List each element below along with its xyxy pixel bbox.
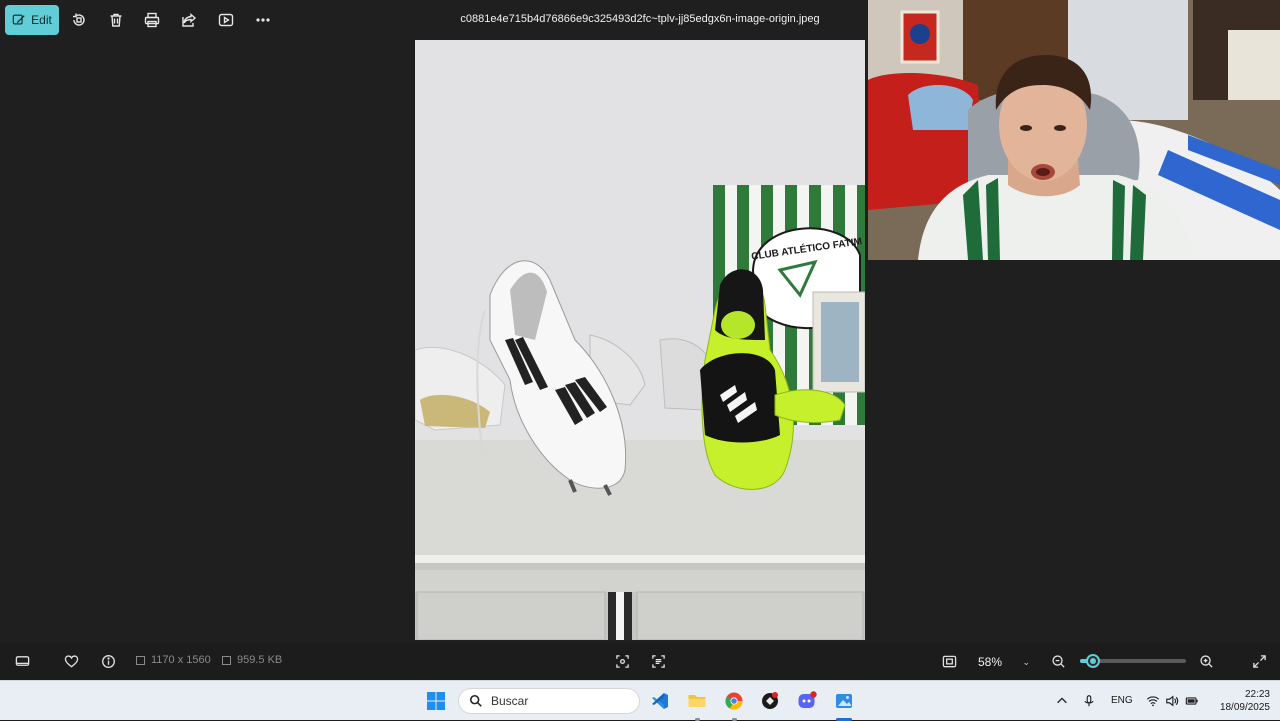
image-size: 959.5 KB [222,654,282,666]
delete-icon [110,13,122,27]
taskbar-app-discord[interactable] [795,689,819,713]
vscode-icon [652,693,668,709]
zoom-slider[interactable] [1080,654,1186,668]
clock-time: 22:23 [1244,689,1270,700]
text-scan-icon [651,654,665,668]
taskbar-search[interactable]: Buscar [458,688,640,714]
webcam-overlay [868,0,1280,260]
info-icon [101,654,115,668]
share-icon [182,12,197,27]
print-button[interactable] [140,8,164,32]
photos-icon [836,694,852,708]
language-indicator[interactable]: ENG [1111,695,1133,706]
chrome-icon [725,692,743,710]
battery-button[interactable] [1180,689,1204,713]
zoom-slider-thumb[interactable] [1086,654,1100,668]
top-toolbar: Edit c0881e4e715b4d76866e9c325493d2fc~tp… [0,0,868,40]
chevron-up-icon [1057,697,1067,704]
slideshow-icon [218,13,234,27]
search-icon [469,694,482,707]
image-dimensions: 1170 x 1560 [136,654,211,666]
photo-canvas[interactable]: CLUB ATLÉTICO FATIM [415,40,865,640]
start-button[interactable] [424,689,448,713]
filmstrip-icon [15,655,29,666]
edit-icon [12,14,25,25]
zoom-value: 58% [978,655,1003,669]
delete-button[interactable] [104,8,128,32]
scan-icon [615,654,629,668]
more-button[interactable] [251,8,275,32]
clock[interactable]: 22:23 18/09/2025 [1206,688,1270,714]
edit-button[interactable]: Edit [5,5,59,35]
folder-icon [688,695,706,707]
edit-label: Edit [31,13,52,27]
taskbar-app-dark[interactable] [758,689,782,713]
taskbar-app-chrome[interactable] [722,689,746,713]
rotate-button[interactable] [67,8,91,32]
file-name: c0881e4e715b4d76866e9c325493d2fc~tplv-jj… [460,13,820,25]
visual-search-button[interactable] [612,652,632,670]
file-size-icon [222,655,231,665]
share-button[interactable] [177,8,201,32]
taskbar: Buscar ENG 22:23 18/09/2025 [0,680,1280,721]
cleats-photo: CLUB ATLÉTICO FATIM [415,40,865,640]
windows-icon [427,692,445,710]
zoom-dropdown[interactable]: 58% ⌄ [972,652,1036,672]
battery-icon [1185,697,1198,705]
fit-to-window-button[interactable] [939,652,959,670]
webcam-feed [868,0,1280,260]
chevron-down-icon: ⌄ [1022,656,1030,667]
taskbar-app-photos[interactable] [832,689,856,713]
fullscreen-button[interactable] [1250,652,1268,670]
more-icon [256,18,270,22]
speaker-icon [1166,695,1179,707]
rotate-icon [73,13,85,26]
slideshow-button[interactable] [214,8,238,32]
search-placeholder: Buscar [491,694,529,708]
zoom-in-button[interactable] [1197,652,1215,670]
fit-window-icon [942,655,956,667]
app-dark-icon [762,692,778,709]
dimensions-icon [136,655,145,665]
microphone-button[interactable] [1077,689,1101,713]
dimensions-value: 1170 x 1560 [151,654,211,666]
favorite-button[interactable] [62,652,80,670]
taskbar-app-file-explorer[interactable] [685,689,709,713]
zoom-in-icon [1199,654,1213,668]
filmstrip-button[interactable] [13,652,31,670]
tray-overflow-button[interactable] [1050,689,1074,713]
zoom-out-icon [1051,654,1065,668]
info-button[interactable] [99,652,117,670]
heart-icon [64,654,78,667]
wifi-icon [1146,696,1160,707]
clock-date: 18/09/2025 [1219,702,1270,713]
microphone-icon [1084,695,1094,707]
file-size-value: 959.5 KB [237,654,283,666]
expand-icon [1252,654,1266,668]
print-icon [144,12,160,28]
text-scan-button[interactable] [648,652,668,670]
photos-app: Edit c0881e4e715b4d76866e9c325493d2fc~tp… [0,0,1280,680]
taskbar-app-vscode[interactable] [648,689,672,713]
discord-icon [798,691,817,708]
zoom-out-button[interactable] [1049,652,1067,670]
